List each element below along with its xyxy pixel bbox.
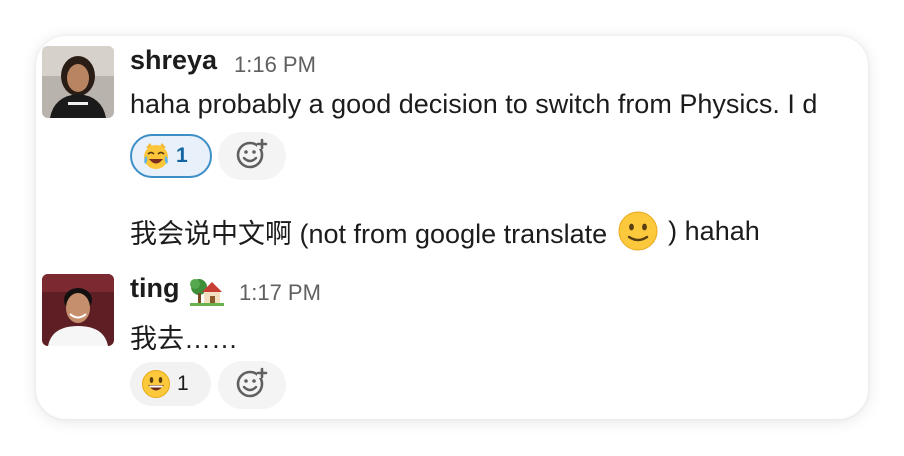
slightly-smiling-face-icon	[617, 210, 659, 252]
message-timestamp[interactable]: 1:16 PM	[234, 52, 316, 78]
followup-text-part: ) hahah	[660, 215, 760, 246]
author-name[interactable]: ting	[130, 273, 179, 304]
message-timestamp[interactable]: 1:17 PM	[239, 280, 321, 306]
reaction-count: 1	[176, 144, 188, 167]
message-text-followup: 我会说中文啊 (not from google translate ) haha…	[130, 210, 760, 252]
message-text: haha probably a good decision to switch …	[130, 89, 818, 119]
message-text: 我去……	[130, 324, 238, 354]
add-emoji-icon	[235, 366, 269, 405]
reaction-joy-cat[interactable]: 1	[130, 134, 212, 178]
author-name[interactable]: shreya	[130, 45, 217, 76]
reaction-smiley[interactable]: 1	[130, 362, 211, 406]
add-reaction-button[interactable]	[218, 132, 286, 180]
avatar-ting[interactable]	[42, 274, 114, 346]
message-list: shreya 1:16 PM haha probably a good deci…	[36, 36, 868, 419]
avatar-shreya[interactable]	[42, 46, 114, 118]
house-with-garden-icon[interactable]	[190, 274, 224, 308]
followup-text-part: 我会说中文啊 (not from google translate	[130, 218, 615, 249]
add-reaction-button[interactable]	[218, 361, 286, 409]
joy-cat-face-icon	[142, 142, 170, 170]
add-emoji-icon	[235, 137, 269, 176]
smiley-face-icon	[141, 369, 171, 399]
reaction-count: 1	[177, 372, 189, 395]
